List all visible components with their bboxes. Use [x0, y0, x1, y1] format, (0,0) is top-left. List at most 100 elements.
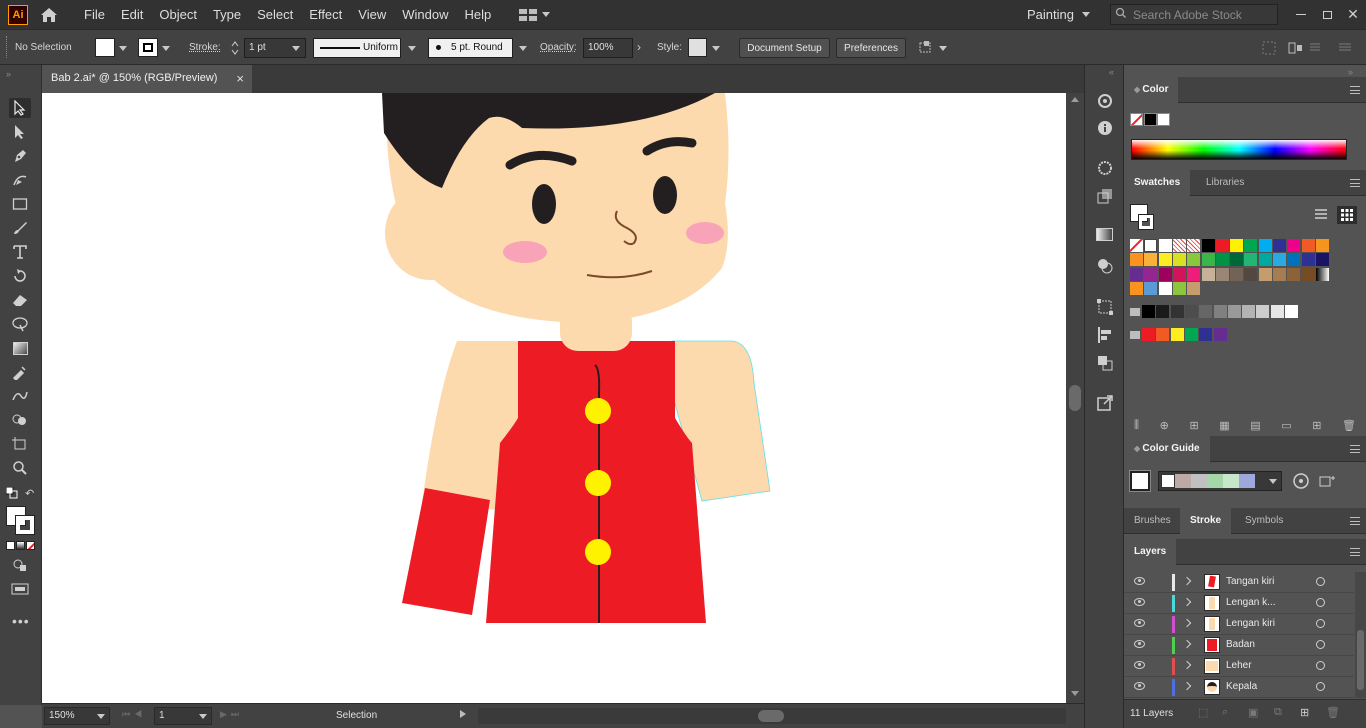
restore-icon[interactable] — [1314, 10, 1340, 19]
menu-effect[interactable]: Effect — [301, 7, 350, 22]
scroll-thumb[interactable] — [1069, 385, 1081, 411]
curvature-tool-icon[interactable] — [9, 170, 31, 190]
draw-mode-icon[interactable] — [12, 558, 28, 575]
swatches-panel-menu-icon[interactable] — [1350, 179, 1360, 187]
graphic-style-swatch[interactable] — [688, 38, 707, 57]
new-layer-icon[interactable]: ⊞ — [1300, 706, 1309, 719]
scroll-up-icon[interactable] — [1071, 97, 1079, 102]
stroke-dropdown-icon[interactable] — [162, 46, 170, 51]
menu-view[interactable]: View — [350, 7, 394, 22]
swatch-cell[interactable] — [1287, 267, 1301, 281]
layers-scroll-thumb[interactable] — [1357, 630, 1364, 690]
opacity-label[interactable]: Opacity: — [540, 42, 577, 53]
panel-options-icon[interactable] — [1338, 41, 1352, 56]
color-mode-icon[interactable] — [6, 541, 15, 550]
collect-export-icon[interactable]: ⬚ — [1198, 706, 1208, 719]
collapse-dock-icon[interactable]: » — [1348, 67, 1353, 77]
search-stock-field[interactable]: Search Adobe Stock — [1110, 4, 1278, 25]
edit-toolbar-icon[interactable]: ••• — [12, 613, 30, 629]
expand-chevron-icon[interactable] — [1182, 681, 1192, 691]
swatch-cell[interactable] — [1144, 281, 1158, 295]
layer-name[interactable]: Lengan kiri — [1226, 618, 1275, 629]
harmony-dropdown-icon[interactable] — [1269, 479, 1277, 484]
swatch-cell[interactable] — [1258, 253, 1272, 267]
symbols-tab[interactable]: Symbols — [1235, 508, 1293, 534]
status-menu-icon[interactable] — [460, 710, 466, 718]
opacity-field[interactable]: 100% — [583, 38, 633, 58]
close-tab-icon[interactable]: × — [236, 71, 244, 86]
swatch-cell[interactable] — [1170, 327, 1184, 341]
layer-name[interactable]: Lengan k... — [1226, 597, 1275, 608]
layers-panel-menu-icon[interactable] — [1350, 548, 1360, 556]
visibility-eye-icon[interactable] — [1134, 619, 1145, 627]
transform-panel-icon[interactable] — [1096, 298, 1114, 319]
swatch-cell[interactable] — [1130, 239, 1143, 252]
layer-name[interactable]: Leher — [1226, 660, 1252, 671]
swatch-folder-icon[interactable] — [1130, 330, 1140, 339]
control-panel-menu-icon[interactable] — [1309, 41, 1321, 56]
align-to-icon[interactable] — [917, 40, 935, 59]
swap-colors-icon[interactable]: ↶ — [25, 487, 34, 500]
canvas-vertical-scrollbar[interactable] — [1066, 93, 1084, 703]
swatch-cell[interactable] — [1172, 239, 1186, 252]
properties-panel-icon[interactable] — [1096, 92, 1114, 113]
swatch-cell[interactable] — [1273, 239, 1286, 252]
swatch-options-icon[interactable]: ⊞ — [1189, 419, 1198, 432]
none-mode-icon[interactable] — [26, 541, 35, 550]
swatch-cell[interactable] — [1273, 267, 1286, 281]
swatch-cell[interactable] — [1244, 267, 1258, 281]
arrange-icon[interactable] — [1288, 41, 1304, 58]
swatch-cell[interactable] — [1187, 281, 1201, 295]
grid-view-icon[interactable] — [1337, 206, 1357, 224]
expand-chevron-icon[interactable] — [1182, 597, 1192, 607]
swatch-cell[interactable] — [1187, 267, 1201, 281]
delete-swatch-icon[interactable]: 🗑 — [1342, 419, 1356, 432]
menu-select[interactable]: Select — [249, 7, 301, 22]
blend-tool-icon[interactable] — [9, 386, 31, 406]
swatch-cell[interactable] — [1244, 253, 1258, 267]
swatch-cell[interactable] — [1184, 304, 1198, 318]
swatch-cell[interactable] — [1273, 253, 1286, 267]
harmony-rules-dropdown[interactable] — [1158, 471, 1282, 491]
layer-target-icon[interactable] — [1316, 577, 1325, 586]
swatch-cell[interactable] — [1158, 253, 1172, 267]
visibility-eye-icon[interactable] — [1134, 682, 1145, 690]
artboard-tool-icon[interactable] — [9, 434, 31, 454]
swatch-cell[interactable] — [1172, 281, 1186, 295]
swatch-cell[interactable] — [1201, 267, 1215, 281]
brush-definition[interactable]: 5 pt. Round — [428, 38, 513, 58]
save-color-group-icon[interactable] — [1318, 474, 1336, 491]
swatch-cell[interactable] — [1156, 327, 1170, 341]
transform-icon[interactable] — [1262, 41, 1276, 58]
canvas-horizontal-scrollbar[interactable] — [478, 708, 1066, 724]
expand-chevron-icon[interactable] — [1182, 576, 1192, 586]
document-setup-button[interactable]: Document Setup — [739, 38, 830, 58]
menu-edit[interactable]: Edit — [113, 7, 151, 22]
pathfinder-panel-icon[interactable] — [1096, 257, 1114, 278]
info-panel-icon[interactable] — [1096, 119, 1114, 140]
layer-row[interactable]: Lengan kiri — [1124, 614, 1354, 635]
layers-scrollbar[interactable] — [1355, 572, 1366, 698]
swatch-cell[interactable] — [1201, 253, 1215, 267]
swatch-cell[interactable] — [1227, 304, 1241, 318]
swatch-cell[interactable] — [1142, 327, 1155, 341]
swatch-grid[interactable] — [1130, 239, 1360, 341]
layer-name[interactable]: Tangan kiri — [1226, 576, 1274, 587]
layer-name[interactable]: Kepala — [1226, 681, 1257, 692]
show-swatch-kinds-icon[interactable]: ⊕ — [1160, 419, 1169, 432]
swatch-cell[interactable] — [1287, 239, 1301, 252]
color-panel-tab[interactable]: ◆ Color — [1124, 77, 1179, 103]
color-guide-menu-icon[interactable] — [1350, 445, 1360, 453]
swatch-cell[interactable] — [1244, 239, 1258, 252]
close-window-icon[interactable]: ✕ — [1340, 6, 1366, 23]
swatch-cell[interactable] — [1230, 239, 1244, 252]
layers-tab[interactable]: Layers — [1124, 539, 1177, 565]
scroll-down-icon[interactable] — [1071, 691, 1079, 696]
selection-tool-icon[interactable] — [9, 98, 31, 118]
stroke-stepper-icon[interactable] — [230, 39, 240, 57]
artboard-number-field[interactable]: 1 — [154, 707, 212, 725]
style-dropdown-icon[interactable] — [712, 46, 720, 51]
rotate-tool-icon[interactable] — [9, 266, 31, 286]
stroke-swatch[interactable] — [138, 38, 158, 57]
layer-target-icon[interactable] — [1316, 682, 1325, 691]
